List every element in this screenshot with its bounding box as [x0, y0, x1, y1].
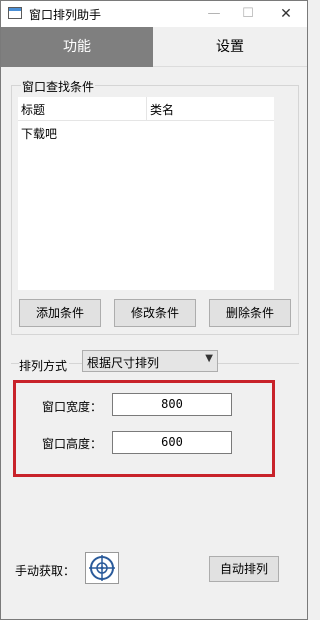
list-item-title: 下载吧	[21, 127, 58, 141]
close-icon[interactable]: ✕	[269, 1, 303, 27]
maximize-icon[interactable]: ☐	[231, 1, 265, 27]
condition-list[interactable]: 标题 类名 下载吧	[18, 97, 274, 290]
arrange-mode-label: 排列方式	[19, 357, 70, 374]
add-condition-button[interactable]: 添加条件	[19, 299, 101, 327]
crosshair-target-icon[interactable]	[85, 552, 119, 584]
column-header-title[interactable]: 标题	[21, 101, 45, 118]
window-title: 窗口排列助手	[29, 8, 102, 22]
search-condition-title: 窗口查找条件	[21, 78, 96, 95]
manual-capture-label: 手动获取：	[15, 564, 76, 578]
title-bar: 窗口排列助手 — ☐ ✕	[1, 1, 307, 27]
window-width-input[interactable]: 800	[112, 393, 232, 416]
window-height-input[interactable]: 600	[112, 431, 232, 454]
column-header-class[interactable]: 类名	[150, 101, 174, 118]
chevron-down-icon: ▼	[205, 353, 213, 364]
tab-function[interactable]: 功能	[1, 27, 153, 67]
list-item[interactable]: 下载吧	[21, 125, 57, 142]
arrange-mode-select[interactable]: 根据尺寸排列 ▼	[82, 350, 218, 372]
list-header: 标题 类名	[18, 97, 274, 121]
delete-condition-button[interactable]: 删除条件	[209, 299, 291, 327]
minimize-icon[interactable]: —	[197, 1, 231, 27]
window-width-label: 窗口宽度：	[42, 400, 103, 414]
app-window: 窗口排列助手 — ☐ ✕ 功能 设置 窗口查找条件 标题 类名 下载吧 添加条件…	[0, 0, 308, 620]
edit-condition-button[interactable]: 修改条件	[114, 299, 196, 327]
arrange-mode-value: 根据尺寸排列	[87, 356, 160, 370]
column-divider[interactable]	[146, 97, 147, 121]
window-height-label: 窗口高度：	[42, 437, 103, 451]
auto-arrange-button[interactable]: 自动排列	[209, 556, 279, 582]
tab-bar: 功能 设置	[1, 27, 307, 67]
tab-settings[interactable]: 设置	[153, 27, 307, 67]
app-window-icon	[8, 7, 22, 19]
